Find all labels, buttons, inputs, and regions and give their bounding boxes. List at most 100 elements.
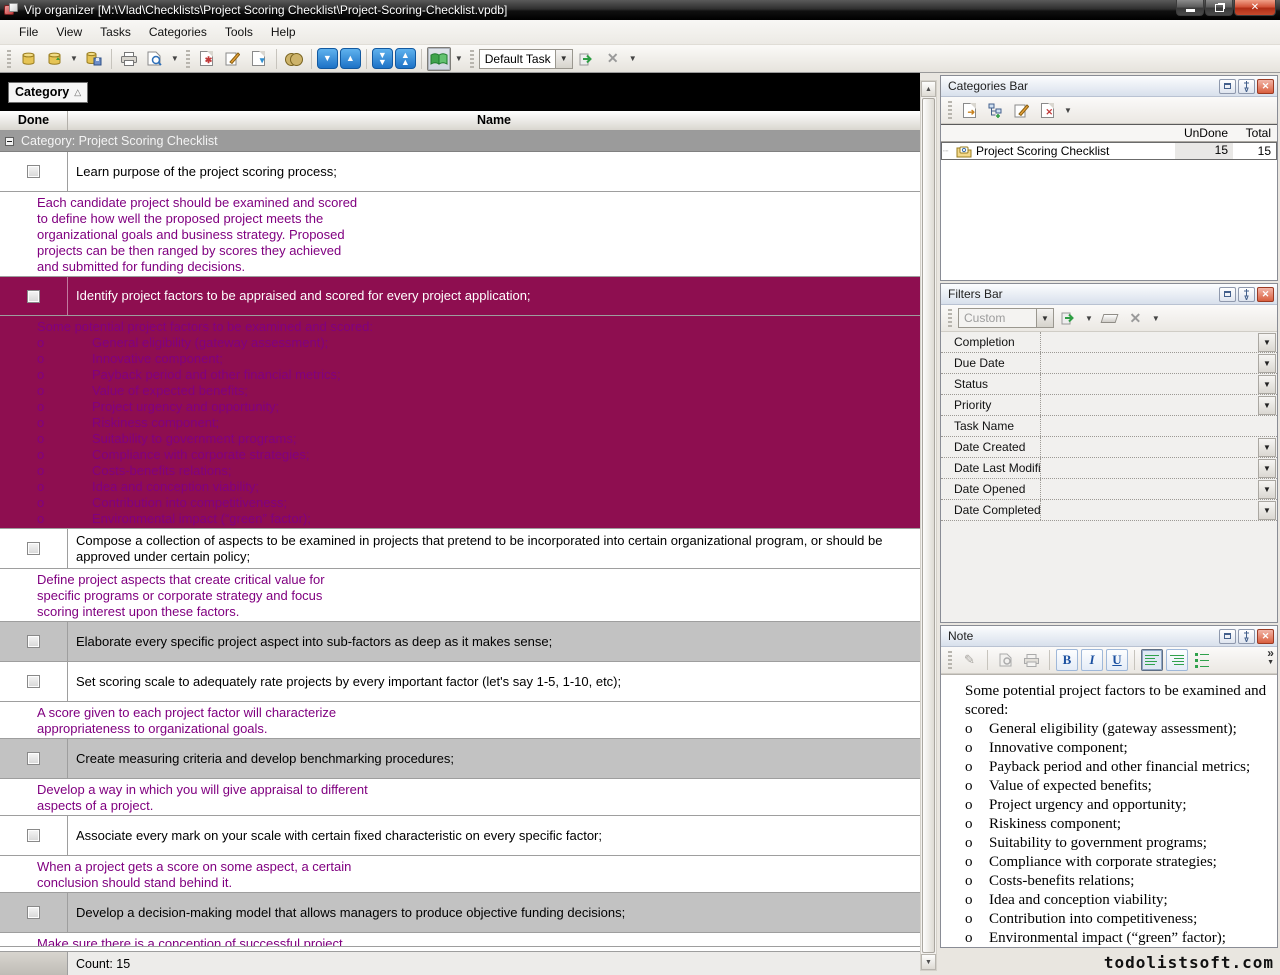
task-checkbox[interactable]	[27, 165, 40, 178]
note-row[interactable]: When a project gets a score on some aspe…	[0, 856, 920, 893]
notes-view-toggle[interactable]	[427, 47, 451, 71]
scroll-up-button[interactable]: ▲	[921, 81, 936, 97]
note-row[interactable]: Make sure there is a conception of succe…	[0, 933, 920, 947]
note-editor[interactable]: Some potential project factors to be exa…	[941, 674, 1277, 947]
filter-dropdown-button[interactable]: ▼	[1258, 501, 1276, 520]
delete-template-button[interactable]: ✕	[601, 47, 625, 71]
collapse-icon[interactable]	[5, 137, 14, 146]
delete-category-button[interactable]: ✕	[1036, 99, 1059, 121]
delete-filter-button[interactable]: ✕	[1124, 307, 1147, 329]
edit-category-button[interactable]	[1010, 99, 1033, 121]
task-row[interactable]: Compose a collection of aspects to be ex…	[0, 529, 920, 569]
new-database-button[interactable]	[16, 47, 40, 71]
note-row-selected[interactable]: Some potential project factors to be exa…	[0, 316, 920, 529]
categories-pin-button[interactable]	[1238, 79, 1255, 94]
filters-restore-button[interactable]	[1219, 287, 1236, 302]
restore-button[interactable]	[1205, 0, 1233, 16]
notes-view-dropdown[interactable]: ▼	[453, 54, 465, 63]
column-header-undone[interactable]: UnDone	[1175, 126, 1233, 140]
group-by-category-button[interactable]: Category △	[8, 82, 88, 103]
move-up-button[interactable]: ▲	[340, 48, 361, 69]
new-subcategory-button[interactable]	[984, 99, 1007, 121]
apply-filter-dropdown[interactable]: ▼	[1083, 314, 1095, 323]
underline-button[interactable]: U	[1106, 649, 1128, 671]
categories-toolbar-overflow[interactable]: ▼	[1062, 106, 1074, 115]
save-database-button[interactable]	[82, 47, 106, 71]
column-header-done[interactable]: Done	[0, 111, 68, 130]
menu-categories[interactable]: Categories	[140, 21, 216, 43]
print-preview-button[interactable]	[143, 47, 167, 71]
filter-dropdown-button[interactable]: ▼	[1258, 354, 1276, 373]
toolbar-overflow[interactable]: ▼	[627, 54, 639, 63]
filter-value[interactable]	[1041, 500, 1258, 520]
edit-task-button[interactable]	[221, 47, 245, 71]
new-category-button[interactable]: ➜	[958, 99, 981, 121]
task-row[interactable]: Create measuring criteria and develop be…	[0, 739, 920, 779]
filter-value[interactable]	[1041, 437, 1258, 457]
delete-task-button[interactable]: ▾	[247, 47, 271, 71]
note-toolbar-overflow[interactable]: »▼	[1267, 649, 1274, 667]
menu-view[interactable]: View	[47, 21, 91, 43]
categories-restore-button[interactable]	[1219, 79, 1236, 94]
bold-button[interactable]: B	[1056, 649, 1078, 671]
note-pin-button[interactable]	[1238, 629, 1255, 644]
menu-help[interactable]: Help	[262, 21, 305, 43]
category-group-row[interactable]: Category: Project Scoring Checklist	[0, 131, 920, 152]
task-checkbox[interactable]	[27, 675, 40, 688]
filter-value[interactable]	[1041, 374, 1258, 394]
task-checkbox[interactable]	[27, 829, 40, 842]
filter-dropdown-button[interactable]: ▼	[1258, 438, 1276, 457]
note-print-button[interactable]	[1020, 649, 1043, 671]
find-button[interactable]	[282, 47, 306, 71]
task-type-combo[interactable]: Default Task ▼	[479, 49, 573, 69]
task-type-dropdown[interactable]: ▼	[555, 50, 572, 68]
filters-toolbar-overflow[interactable]: ▼	[1150, 314, 1162, 323]
column-header-name[interactable]: Name	[68, 111, 920, 130]
task-row-selected[interactable]: Identify project factors to be appraised…	[0, 277, 920, 316]
move-down-button[interactable]: ▼	[317, 48, 338, 69]
print-group-overflow[interactable]: ▼	[169, 54, 181, 63]
apply-template-button[interactable]	[575, 47, 599, 71]
task-checkbox[interactable]	[27, 290, 40, 303]
menu-tasks[interactable]: Tasks	[91, 21, 140, 43]
grid-vertical-scrollbar[interactable]: ▲ ▼	[920, 80, 937, 971]
note-preview-button[interactable]	[994, 649, 1017, 671]
filter-value[interactable]	[1041, 458, 1258, 478]
move-bottom-button[interactable]: ▼▼	[372, 48, 393, 69]
task-row[interactable]: Learn purpose of the project scoring pro…	[0, 152, 920, 192]
filter-value[interactable]	[1041, 416, 1277, 436]
filter-value[interactable]	[1041, 395, 1258, 415]
column-header-total[interactable]: Total	[1233, 126, 1277, 140]
filter-preset-combo[interactable]: Custom ▼	[958, 308, 1054, 328]
filter-value[interactable]	[1041, 479, 1258, 499]
print-button[interactable]	[117, 47, 141, 71]
scroll-down-button[interactable]: ▼	[921, 954, 936, 970]
align-right-button[interactable]	[1166, 649, 1188, 671]
filters-pin-button[interactable]	[1238, 287, 1255, 302]
close-button[interactable]: ✕	[1234, 0, 1276, 16]
open-database-dropdown[interactable]: ▼	[68, 54, 80, 63]
note-save-button[interactable]: ✎	[958, 649, 981, 671]
note-restore-button[interactable]	[1219, 629, 1236, 644]
minimize-button[interactable]	[1176, 0, 1204, 16]
scroll-thumb[interactable]	[922, 98, 935, 953]
move-top-button[interactable]: ▲▲	[395, 48, 416, 69]
task-row[interactable]: Associate every mark on your scale with …	[0, 816, 920, 856]
note-row[interactable]: Define project aspects that create criti…	[0, 569, 920, 622]
task-checkbox[interactable]	[27, 542, 40, 555]
task-row[interactable]: Set scoring scale to adequately rate pro…	[0, 662, 920, 702]
menu-file[interactable]: File	[10, 21, 47, 43]
task-row[interactable]: Develop a decision-making model that all…	[0, 893, 920, 933]
filter-dropdown-button[interactable]: ▼	[1258, 375, 1276, 394]
category-row[interactable]: ┈ Project Scoring Checklist 15 15	[941, 142, 1277, 160]
note-close-button[interactable]: ✕	[1257, 629, 1274, 644]
filter-dropdown-button[interactable]: ▼	[1258, 459, 1276, 478]
open-database-button[interactable]	[42, 47, 66, 71]
italic-button[interactable]: I	[1081, 649, 1103, 671]
apply-filter-button[interactable]	[1057, 307, 1080, 329]
filter-value[interactable]	[1041, 353, 1258, 373]
task-checkbox[interactable]	[27, 635, 40, 648]
note-row[interactable]: A score given to each project factor wil…	[0, 702, 920, 739]
filter-dropdown-button[interactable]: ▼	[1258, 480, 1276, 499]
bullet-list-button[interactable]	[1191, 649, 1213, 671]
